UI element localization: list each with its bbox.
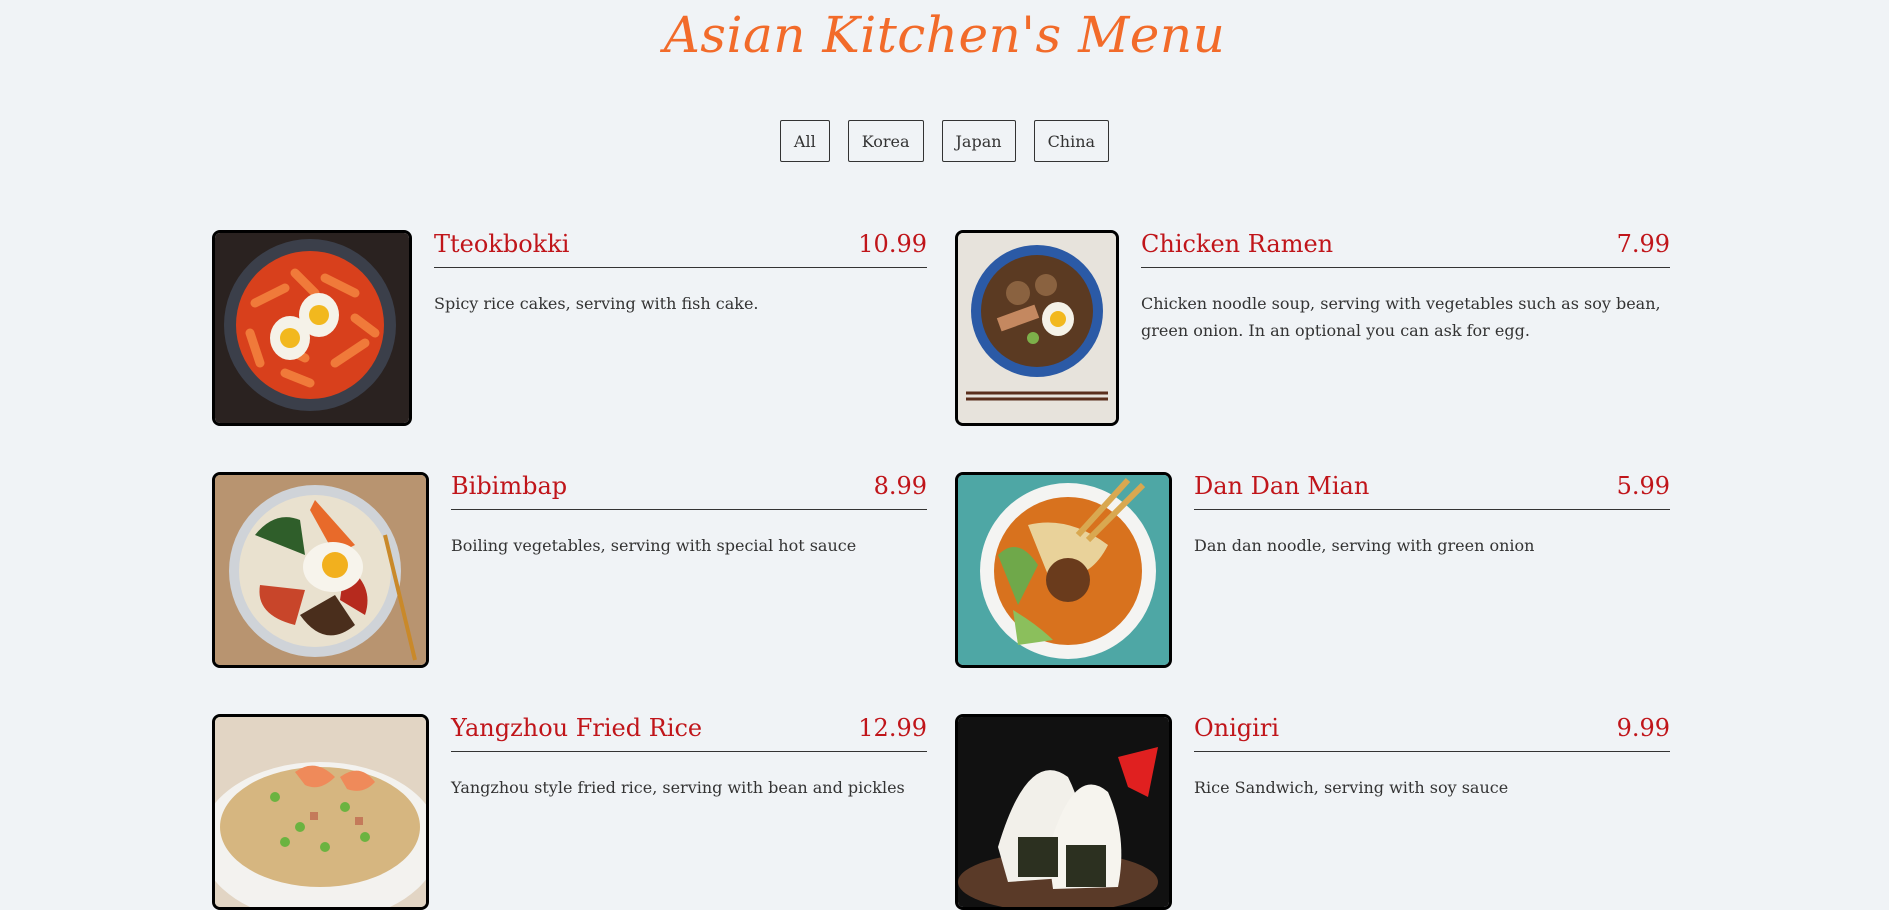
menu-item-info: Yangzhou Fried Rice 12.99 Yangzhou style…: [451, 714, 927, 801]
dan-dan-mian-photo: [955, 472, 1172, 668]
dish-name: Chicken Ramen: [1141, 230, 1334, 258]
dish-price: 8.99: [873, 472, 927, 500]
menu-item-info: Chicken Ramen 7.99 Chicken noodle soup, …: [1141, 230, 1670, 344]
dish-price: 12.99: [858, 714, 927, 742]
dish-description: Spicy rice cakes, serving with fish cake…: [434, 294, 759, 313]
menu-grid: Tteokbokki 10.99 Spicy rice cakes, servi…: [212, 230, 1670, 910]
onigiri-photo: [955, 714, 1172, 910]
dish-name: Tteokbokki: [434, 230, 570, 258]
category-filters: All Korea Japan China: [0, 120, 1889, 162]
tteokbokki-photo: [212, 230, 412, 426]
filter-all-button[interactable]: All: [779, 120, 830, 162]
dish-name: Dan Dan Mian: [1194, 472, 1370, 500]
fried-rice-photo: [212, 714, 429, 910]
menu-item: Chicken Ramen 7.99 Chicken noodle soup, …: [955, 230, 1670, 426]
menu-item-info: Onigiri 9.99 Rice Sandwich, serving with…: [1194, 714, 1670, 801]
filter-china-button[interactable]: China: [1033, 120, 1110, 162]
menu-item: Onigiri 9.99 Rice Sandwich, serving with…: [955, 714, 1670, 910]
dish-name: Yangzhou Fried Rice: [451, 714, 703, 742]
dish-price: 7.99: [1616, 230, 1670, 258]
menu-item-info: Tteokbokki 10.99 Spicy rice cakes, servi…: [434, 230, 927, 317]
chicken-ramen-photo: [955, 230, 1119, 426]
menu-item: Yangzhou Fried Rice 12.99 Yangzhou style…: [212, 714, 927, 910]
menu-item: Tteokbokki 10.99 Spicy rice cakes, servi…: [212, 230, 927, 426]
bibimbap-photo: [212, 472, 429, 668]
menu-item: Bibimbap 8.99 Boiling vegetables, servin…: [212, 472, 927, 668]
dish-name: Onigiri: [1194, 714, 1279, 742]
filter-japan-button[interactable]: Japan: [941, 120, 1016, 162]
dish-description: Rice Sandwich, serving with soy sauce: [1194, 778, 1509, 797]
dish-description: Boiling vegetables, serving with special…: [451, 536, 857, 555]
dish-description: Yangzhou style fried rice, serving with …: [451, 778, 905, 797]
dish-price: 5.99: [1616, 472, 1670, 500]
menu-item-info: Bibimbap 8.99 Boiling vegetables, servin…: [451, 472, 927, 559]
dish-name: Bibimbap: [451, 472, 568, 500]
page-title: Asian Kitchen's Menu: [663, 6, 1226, 64]
dish-description: Chicken noodle soup, serving with vegeta…: [1141, 294, 1661, 340]
menu-item: Dan Dan Mian 5.99 Dan dan noodle, servin…: [955, 472, 1670, 668]
menu-item-info: Dan Dan Mian 5.99 Dan dan noodle, servin…: [1194, 472, 1670, 559]
dish-price: 10.99: [858, 230, 927, 258]
dish-price: 9.99: [1616, 714, 1670, 742]
dish-description: Dan dan noodle, serving with green onion: [1194, 536, 1535, 555]
filter-korea-button[interactable]: Korea: [847, 120, 924, 162]
